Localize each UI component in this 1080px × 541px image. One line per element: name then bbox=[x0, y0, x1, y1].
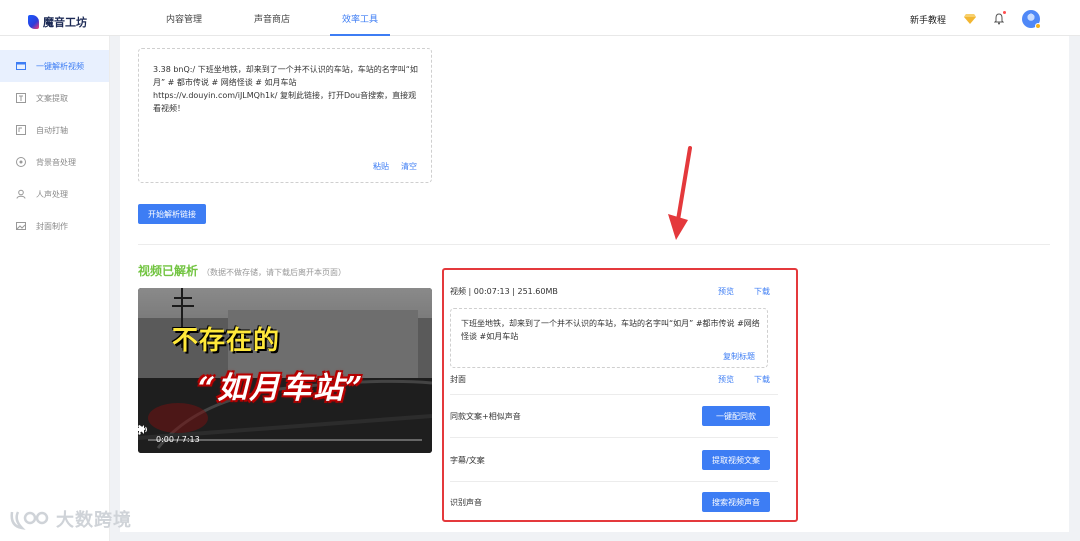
video-overlay-subtitle: “如月车站” bbox=[198, 371, 365, 406]
notification-dot bbox=[1003, 11, 1006, 14]
video-info-panel: 视频 | 00:07:13 | 251.60MB 预览 下载 下班坐地铁，却来到… bbox=[442, 268, 798, 522]
row-divider bbox=[450, 437, 778, 438]
sidebar-item-label: 一键解析视频 bbox=[36, 61, 84, 71]
video-overlay-title: 不存在的 bbox=[172, 326, 281, 356]
tab-voice-store[interactable]: 声音商店 bbox=[228, 0, 316, 36]
row-divider bbox=[450, 481, 778, 482]
sidebar-item-vocal-process[interactable]: 人声处理 bbox=[0, 178, 109, 210]
video-download-link[interactable]: 下载 bbox=[754, 286, 770, 297]
timeline-icon bbox=[16, 125, 26, 135]
result-heading: 视频已解析 （数据不做存储，请下载后离开本页面） bbox=[138, 262, 346, 279]
voice-row: 识别声音 搜索视频声音 bbox=[450, 492, 770, 512]
bell-icon[interactable] bbox=[993, 11, 1006, 25]
cover-label: 封面 bbox=[450, 375, 466, 384]
paste-button[interactable]: 粘贴 bbox=[373, 161, 389, 172]
sidebar-item-parse-video[interactable]: 一键解析视频 bbox=[0, 50, 109, 82]
video-icon bbox=[16, 61, 26, 71]
text-icon bbox=[16, 93, 26, 103]
same-text-row: 同款文案+相似声音 一键配同款 bbox=[450, 406, 770, 426]
top-header: 魔音工坊 内容管理 声音商店 效率工具 新手教程 bbox=[0, 0, 1080, 36]
subtitle-row: 字幕/文案 提取视频文案 bbox=[450, 450, 770, 470]
clear-button[interactable]: 清空 bbox=[401, 161, 417, 172]
annotation-arrow-icon bbox=[668, 146, 692, 240]
link-input-text[interactable]: 3.38 bnQ:/ 下班坐地铁，却来到了一个并不认识的车站，车站的名字叫“如月… bbox=[153, 63, 421, 115]
video-info: 视频 | 00:07:13 | 251.60MB bbox=[450, 287, 558, 296]
diamond-icon[interactable] bbox=[964, 14, 976, 24]
same-text-label: 同款文案+相似声音 bbox=[450, 411, 521, 421]
sidebar-item-text-extract[interactable]: 文案提取 bbox=[0, 82, 109, 114]
logo-icon bbox=[28, 15, 39, 29]
voice-label: 识别声音 bbox=[450, 497, 482, 507]
sidebar-item-label: 人声处理 bbox=[36, 189, 68, 199]
sidebar-item-auto-timeline[interactable]: 自动打轴 bbox=[0, 114, 109, 146]
section-divider bbox=[138, 244, 1050, 245]
sidebar-item-background-audio[interactable]: 背景音处理 bbox=[0, 146, 109, 178]
tutorial-link[interactable]: 新手教程 bbox=[910, 13, 946, 26]
sidebar-item-label: 自动打轴 bbox=[36, 125, 68, 135]
video-time: 0:00 / 7:13 bbox=[156, 434, 200, 444]
avatar[interactable] bbox=[1022, 10, 1041, 29]
start-parse-button[interactable]: 开始解析链接 bbox=[138, 204, 206, 224]
sidebar-item-label: 背景音处理 bbox=[36, 157, 76, 167]
sidebar: 一键解析视频 文案提取 自动打轴 背景音处理 人声处理 封面制作 bbox=[0, 36, 110, 541]
main-content: 3.38 bnQ:/ 下班坐地铁，却来到了一个并不认识的车站，车站的名字叫“如月… bbox=[120, 36, 1069, 532]
sidebar-item-label: 封面制作 bbox=[36, 221, 68, 231]
video-caption: 下班坐地铁，却来到了一个并不认识的车站，车站的名字叫“如月” #都市传说 #网络… bbox=[461, 319, 760, 341]
subtitle-label: 字幕/文案 bbox=[450, 455, 485, 465]
header-actions: 新手教程 bbox=[910, 10, 1041, 29]
watermark-text: 大数跨境 bbox=[56, 510, 132, 531]
video-player[interactable]: 不存在的 “如月车站” 0:00 / 7:13 bbox=[138, 288, 432, 453]
link-actions: 粘贴 清空 bbox=[373, 161, 417, 172]
video-controls: 0:00 / 7:13 bbox=[138, 425, 432, 453]
one-click-same-button[interactable]: 一键配同款 bbox=[702, 406, 770, 426]
video-info-row: 视频 | 00:07:13 | 251.60MB 预览 下载 bbox=[450, 286, 770, 297]
cover-preview-link[interactable]: 预览 bbox=[718, 374, 734, 385]
sidebar-item-label: 文案提取 bbox=[36, 93, 68, 103]
search-voice-button[interactable]: 搜索视频声音 bbox=[702, 492, 770, 512]
extract-text-button[interactable]: 提取视频文案 bbox=[702, 450, 770, 470]
app-name: 魔音工坊 bbox=[43, 16, 87, 29]
result-note: （数据不做存储，请下载后离开本页面） bbox=[202, 268, 347, 277]
image-icon bbox=[16, 221, 26, 231]
avatar-badge bbox=[1035, 23, 1041, 29]
person-icon bbox=[16, 189, 26, 199]
link-input-box[interactable]: 3.38 bnQ:/ 下班坐地铁，却来到了一个并不认识的车站，车站的名字叫“如月… bbox=[138, 48, 432, 183]
app-logo[interactable]: 魔音工坊 bbox=[28, 14, 87, 30]
result-title: 视频已解析 bbox=[138, 264, 199, 278]
watermark-logo-icon bbox=[8, 506, 50, 532]
sidebar-item-cover-make[interactable]: 封面制作 bbox=[0, 210, 109, 242]
video-preview-link[interactable]: 预览 bbox=[718, 286, 734, 297]
cover-row: 封面 预览 下载 bbox=[450, 374, 770, 385]
tab-efficiency-tools[interactable]: 效率工具 bbox=[316, 0, 404, 36]
music-icon bbox=[16, 157, 26, 167]
caption-box: 下班坐地铁，却来到了一个并不认识的车站，车站的名字叫“如月” #都市传说 #网络… bbox=[450, 308, 768, 368]
copy-title-button[interactable]: 复制标题 bbox=[723, 351, 755, 362]
row-divider bbox=[450, 394, 778, 395]
cover-download-link[interactable]: 下载 bbox=[754, 374, 770, 385]
watermark: 大数跨境 bbox=[8, 506, 132, 532]
tab-content-management[interactable]: 内容管理 bbox=[140, 0, 228, 36]
main-nav: 内容管理 声音商店 效率工具 bbox=[140, 0, 404, 36]
